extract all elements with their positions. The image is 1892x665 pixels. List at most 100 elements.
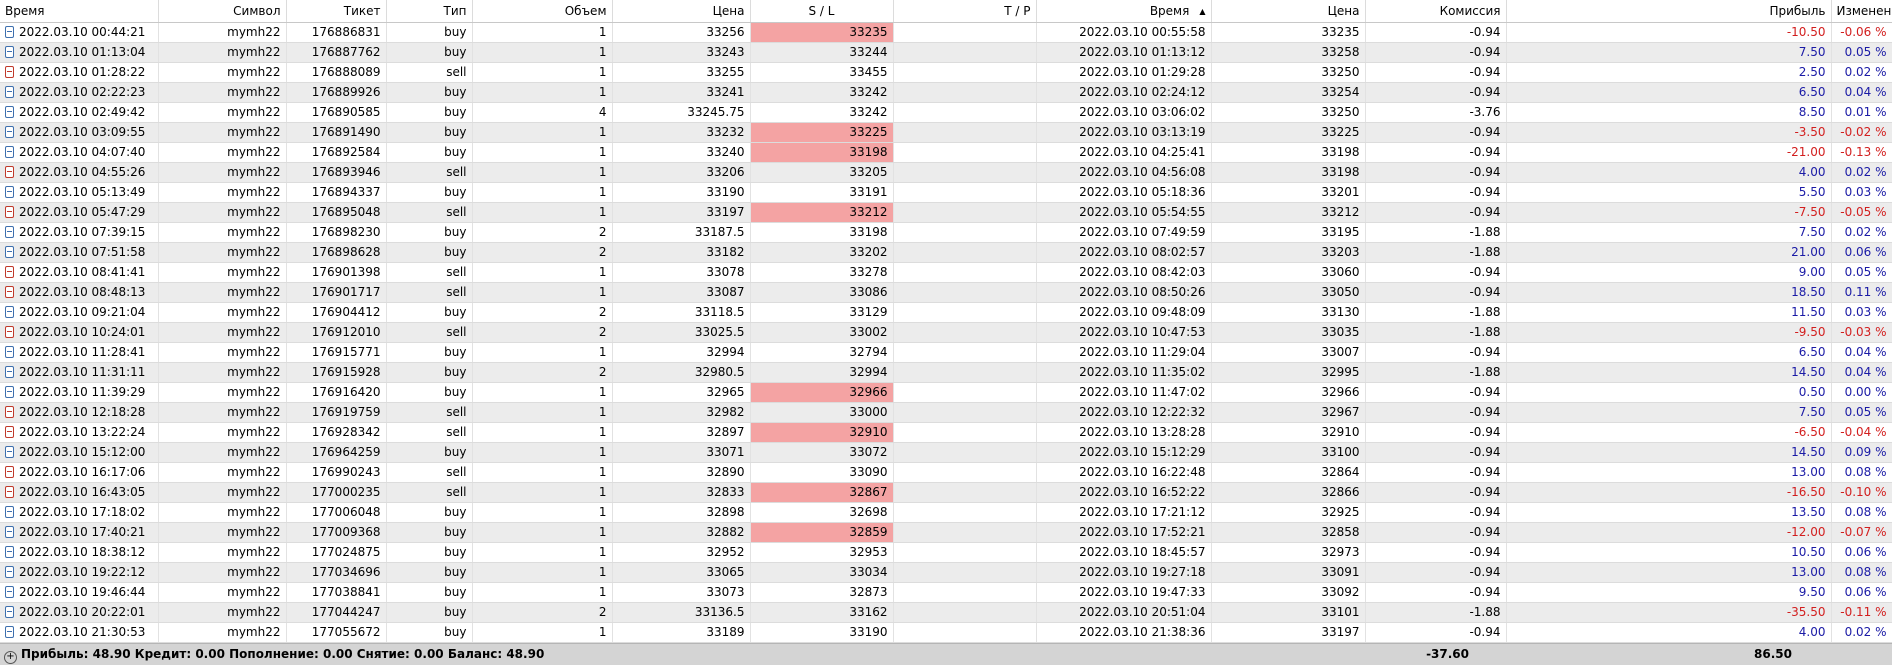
table-row[interactable]: 2022.03.10 10:24:01 mymh22 176912010 sell 2 3… [0,322,1892,343]
column-header-sl[interactable]: S / L [750,0,894,23]
cell-type: buy [386,362,473,383]
open-time-text: 2022.03.10 19:46:44 [19,585,146,599]
cell-open-price: 32897 [612,422,751,443]
cell-type: buy [386,22,473,43]
column-header-profit[interactable]: Прибыль [1506,0,1832,23]
column-header-price[interactable]: Цена [612,0,751,23]
cell-volume: 1 [472,262,613,283]
cell-profit: 14.50 [1506,442,1832,463]
table-row[interactable]: 2022.03.10 03:09:55 mymh22 176891490 buy 1 33… [0,122,1892,143]
table-row[interactable]: 2022.03.10 18:38:12 mymh22 177024875 buy 1 32… [0,542,1892,563]
table-row[interactable]: 2022.03.10 01:13:04 mymh22 176887762 buy 1 33… [0,42,1892,63]
cell-open-time: 2022.03.10 00:44:21 [0,22,159,43]
cell-open-time: 2022.03.10 17:18:02 [0,502,159,523]
cell-open-time: 2022.03.10 21:30:53 [0,622,159,643]
column-header-commission[interactable]: Комиссия [1365,0,1507,23]
table-row[interactable]: 2022.03.10 17:40:21 mymh22 177009368 buy 1 32… [0,522,1892,543]
cell-take-profit [893,42,1037,63]
column-header-tp[interactable]: T / P [893,0,1037,23]
table-row[interactable]: 2022.03.10 17:18:02 mymh22 177006048 buy 1 32… [0,502,1892,523]
cell-close-time: 2022.03.10 19:47:33 [1036,582,1212,603]
table-row[interactable]: 2022.03.10 07:51:58 mymh22 176898628 buy 2 33… [0,242,1892,263]
column-header-close-time[interactable]: Время ▲ [1036,0,1212,23]
table-row[interactable]: 2022.03.10 05:13:49 mymh22 176894337 buy 1 33… [0,182,1892,203]
cell-commission: -0.94 [1365,62,1507,83]
cell-volume: 1 [472,82,613,103]
cell-profit: 11.50 [1506,302,1832,323]
cell-volume: 1 [472,22,613,43]
table-row[interactable]: 2022.03.10 16:17:06 mymh22 176990243 sell 1 3… [0,462,1892,483]
table-row[interactable]: 2022.03.10 16:43:05 mymh22 177000235 sell 1 3… [0,482,1892,503]
cell-take-profit [893,202,1037,223]
cell-change: 0.06 % [1831,242,1892,263]
open-time-text: 2022.03.10 01:28:22 [19,65,146,79]
cell-open-price: 32965 [612,382,751,403]
table-row[interactable]: 2022.03.10 01:28:22 mymh22 176888089 sell 1 3… [0,62,1892,83]
cell-commission: -0.94 [1365,282,1507,303]
open-time-text: 2022.03.10 13:22:24 [19,425,146,439]
column-header-time[interactable]: Время [0,0,159,23]
open-time-text: 2022.03.10 07:39:15 [19,225,146,239]
cell-open-price: 32980.5 [612,362,751,383]
column-header-ticket[interactable]: Тикет [286,0,387,23]
table-row[interactable]: 2022.03.10 08:41:41 mymh22 176901398 sell 1 3… [0,262,1892,283]
cell-open-time: 2022.03.10 05:47:29 [0,202,159,223]
table-row[interactable]: 2022.03.10 19:22:12 mymh22 177034696 buy 1 33… [0,562,1892,583]
cell-open-time: 2022.03.10 08:41:41 [0,262,159,283]
cell-volume: 1 [472,562,613,583]
cell-close-time: 2022.03.10 09:48:09 [1036,302,1212,323]
table-row[interactable]: 2022.03.10 15:12:00 mymh22 176964259 buy 1 33… [0,442,1892,463]
open-time-text: 2022.03.10 17:40:21 [19,525,146,539]
cell-ticket: 176990243 [286,462,387,483]
cell-close-price: 33060 [1211,262,1366,283]
cell-type: sell [386,62,473,83]
table-row[interactable]: 2022.03.10 09:21:04 mymh22 176904412 buy 2 33… [0,302,1892,323]
open-time-text: 2022.03.10 04:55:26 [19,165,146,179]
cell-take-profit [893,482,1037,503]
cell-profit: 0.50 [1506,382,1832,403]
table-row[interactable]: 2022.03.10 21:30:53 mymh22 177055672 buy 1 33… [0,622,1892,643]
cell-profit: 4.00 [1506,622,1832,643]
column-header-type[interactable]: Тип [386,0,473,23]
open-time-text: 2022.03.10 05:13:49 [19,185,146,199]
table-row[interactable]: 2022.03.10 13:22:24 mymh22 176928342 sell 1 3… [0,422,1892,443]
table-row[interactable]: 2022.03.10 11:31:11 mymh22 176915928 buy 2 32… [0,362,1892,383]
column-header-change[interactable]: Изменение [1831,0,1892,23]
deal-buy-icon [5,566,14,578]
cell-profit: 9.50 [1506,582,1832,603]
table-row[interactable]: 2022.03.10 07:39:15 mymh22 176898230 buy 2 33… [0,222,1892,243]
column-header-close-price[interactable]: Цена [1211,0,1366,23]
table-row[interactable]: 2022.03.10 20:22:01 mymh22 177044247 buy 2 33… [0,602,1892,623]
cell-type: buy [386,342,473,363]
cell-stop-loss: 32953 [750,542,894,563]
cell-close-price: 33235 [1211,22,1366,43]
cell-open-price: 33206 [612,162,751,183]
table-row[interactable]: 2022.03.10 04:55:26 mymh22 176893946 sell 1 3… [0,162,1892,183]
cell-open-time: 2022.03.10 11:31:11 [0,362,159,383]
column-header-label: Время [1149,4,1190,18]
cell-close-price: 33092 [1211,582,1366,603]
cell-open-time: 2022.03.10 13:22:24 [0,422,159,443]
column-header-volume[interactable]: Объем [472,0,613,23]
table-row[interactable]: 2022.03.10 02:49:42 mymh22 176890585 buy 4 33… [0,102,1892,123]
cell-open-time: 2022.03.10 01:13:04 [0,42,159,63]
table-row[interactable]: 2022.03.10 02:22:23 mymh22 176889926 buy 1 33… [0,82,1892,103]
table-row[interactable]: 2022.03.10 00:44:21 mymh22 176886831 buy 1 33… [0,22,1892,43]
open-time-text: 2022.03.10 15:12:00 [19,445,146,459]
cell-change: 0.04 % [1831,362,1892,383]
column-header-symbol[interactable]: Символ [158,0,287,23]
table-row[interactable]: 2022.03.10 11:39:29 mymh22 176916420 buy 1 32… [0,382,1892,403]
plus-circle-icon[interactable]: + [4,651,17,664]
cell-take-profit [893,582,1037,603]
cell-take-profit [893,82,1037,103]
table-row[interactable]: 2022.03.10 05:47:29 mymh22 176895048 sell 1 3… [0,202,1892,223]
summary-bar: + Прибыль: 48.90 Кредит: 0.00 Пополнение:… [0,643,1892,665]
table-row[interactable]: 2022.03.10 04:07:40 mymh22 176892584 buy 1 33… [0,142,1892,163]
table-row[interactable]: 2022.03.10 11:28:41 mymh22 176915771 buy 1 32… [0,342,1892,363]
table-row[interactable]: 2022.03.10 08:48:13 mymh22 176901717 sell 1 3… [0,282,1892,303]
column-header-label: Тип [443,4,467,18]
cell-profit: -12.00 [1506,522,1832,543]
table-row[interactable]: 2022.03.10 19:46:44 mymh22 177038841 buy 1 33… [0,582,1892,603]
cell-close-time: 2022.03.10 13:28:28 [1036,422,1212,443]
table-row[interactable]: 2022.03.10 12:18:28 mymh22 176919759 sell 1 3… [0,402,1892,423]
